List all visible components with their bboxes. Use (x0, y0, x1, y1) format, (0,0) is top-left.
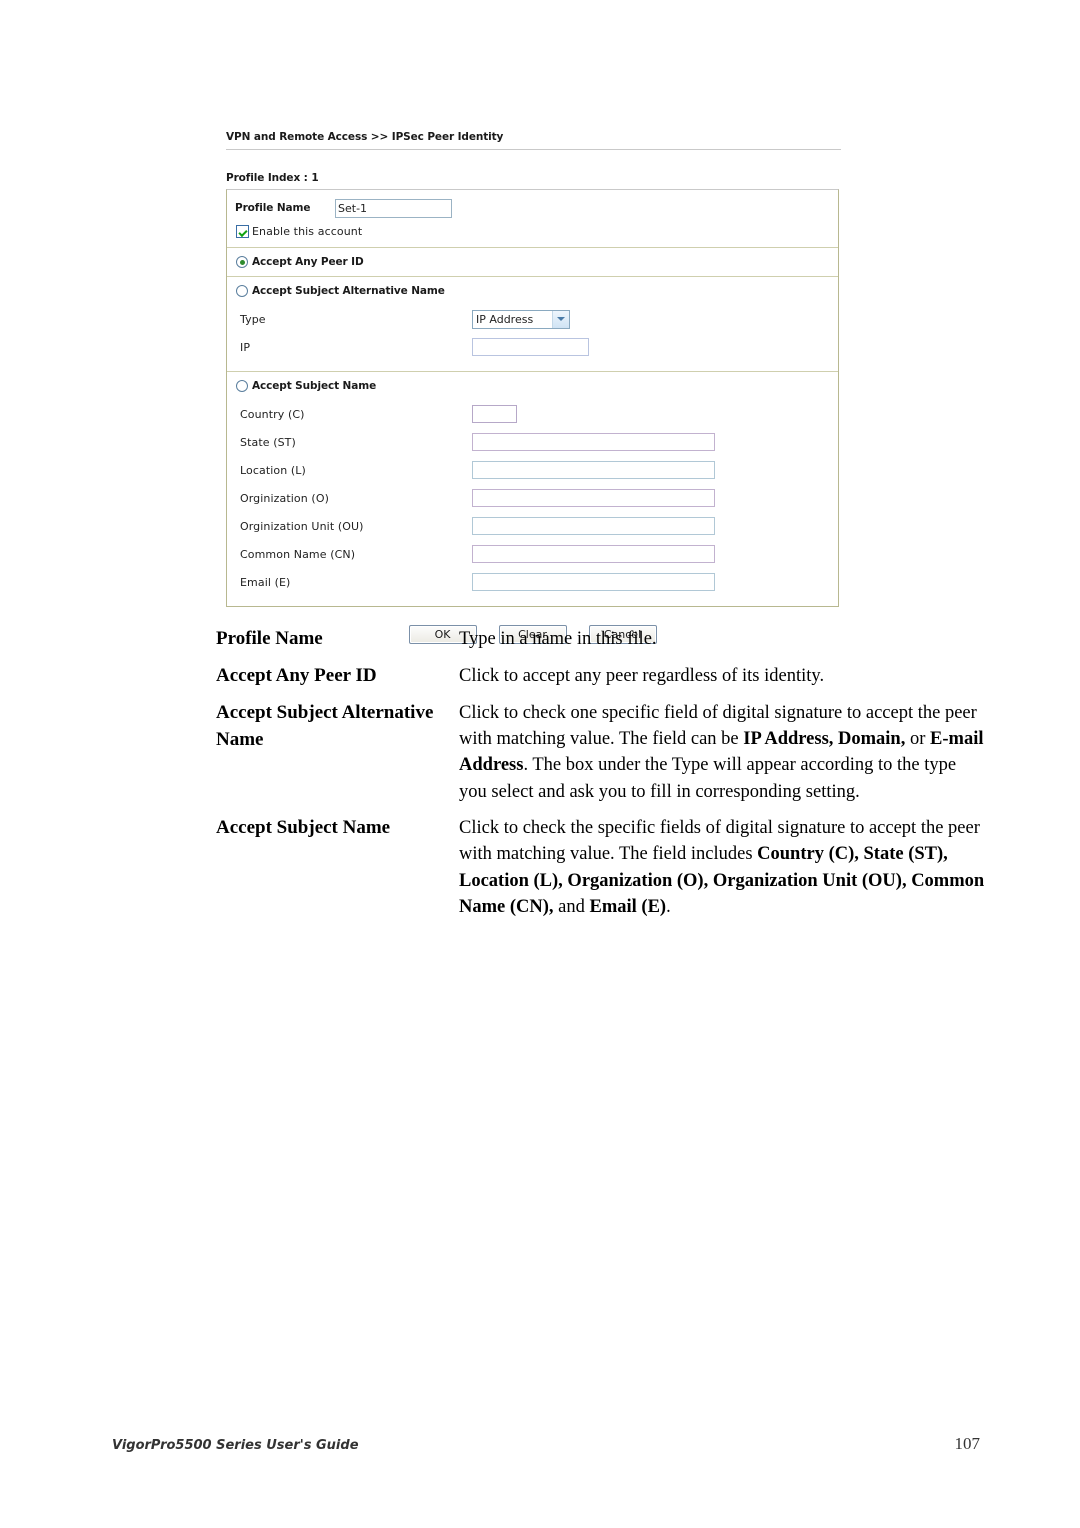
page-footer: VigorPro5500 Series User's Guide 107 (112, 1434, 980, 1454)
organization-label: Orginization (O) (240, 491, 329, 505)
state-label: State (ST) (240, 435, 296, 449)
type-label: Type (240, 312, 266, 326)
explanation-term: Accept Subject Alternative Name (216, 701, 434, 750)
chevron-down-icon[interactable] (552, 310, 569, 328)
enable-account-label: Enable this account (252, 225, 363, 238)
type-select-value: IP Address (476, 312, 534, 326)
accept-subject-name-row[interactable]: Accept Subject Name (227, 372, 838, 400)
explanation-description: Type in a name in this file. (459, 629, 657, 649)
accept-subject-alt-name-radio[interactable] (236, 285, 248, 297)
accept-subject-name-radio[interactable] (236, 380, 248, 392)
state-field-row: State (ST) (227, 428, 838, 456)
ip-field-row: IP (227, 333, 838, 361)
accept-any-peer-id-label: Accept Any Peer ID (252, 256, 364, 268)
common-name-label: Common Name (CN) (240, 547, 356, 561)
country-field-row: Country (C) (227, 400, 838, 428)
accept-any-peer-id-row[interactable]: Accept Any Peer ID (227, 248, 838, 276)
accept-subject-name-label: Accept Subject Name (252, 380, 377, 392)
accept-any-peer-id-section: Accept Any Peer ID (227, 248, 838, 276)
explanation-term: Profile Name (216, 628, 323, 649)
explanation-row: Profile Name Type in a name in this file… (216, 626, 986, 653)
explanation-row: Accept Subject Alternative Name Click to… (216, 700, 986, 805)
email-input[interactable] (472, 573, 715, 591)
common-name-field-row: Common Name (CN) (227, 540, 838, 568)
breadcrumb: VPN and Remote Access >> IPSec Peer Iden… (226, 131, 504, 143)
explanation-row: Accept Any Peer ID Click to accept any p… (216, 663, 986, 690)
enable-account-row[interactable]: Enable this account (227, 220, 838, 247)
accept-subject-alt-name-label: Accept Subject Alternative Name (252, 285, 445, 297)
country-label: Country (C) (240, 407, 305, 421)
accept-subject-alt-name-section: Accept Subject Alternative Name Type IP … (227, 277, 838, 371)
explanation-table: Profile Name Type in a name in this file… (216, 626, 986, 930)
explanation-term: Accept Any Peer ID (216, 664, 377, 686)
location-input[interactable] (472, 461, 715, 479)
accept-subject-alt-name-row[interactable]: Accept Subject Alternative Name (227, 277, 838, 305)
organization-field-row: Orginization (O) (227, 484, 838, 512)
organization-unit-field-row: Orginization Unit (OU) (227, 512, 838, 540)
explanation-row: Accept Subject Name Click to check the s… (216, 815, 986, 920)
email-label: Email (E) (240, 575, 291, 589)
location-field-row: Location (L) (227, 456, 838, 484)
accept-subject-name-section: Accept Subject Name Country (C) State (S… (227, 372, 838, 606)
profile-index-label: Profile Index : 1 (226, 172, 319, 184)
country-input[interactable] (472, 405, 517, 423)
location-label: Location (L) (240, 463, 306, 477)
explanation-description: Click to check the specific fields of di… (459, 818, 985, 917)
organization-unit-label: Orginization Unit (OU) (240, 519, 364, 533)
profile-name-row: Profile Name (227, 190, 838, 220)
explanation-description: Click to check one specific field of dig… (459, 702, 984, 802)
footer-guide-title: VigorPro5500 Series User's Guide (112, 1438, 359, 1453)
organization-unit-input[interactable] (472, 517, 715, 535)
explanation-term: Accept Subject Name (216, 817, 391, 838)
common-name-input[interactable] (472, 545, 715, 563)
peer-identity-panel: Profile Name Enable this account Accept … (226, 189, 839, 607)
profile-name-input[interactable] (335, 198, 452, 218)
profile-section: Profile Name Enable this account (227, 190, 838, 247)
profile-name-label: Profile Name (235, 202, 311, 214)
organization-input[interactable] (472, 489, 715, 507)
type-select[interactable]: IP Address (472, 309, 570, 329)
breadcrumb-divider (226, 149, 841, 150)
type-field-row: Type IP Address (227, 305, 838, 333)
page-number: 107 (954, 1434, 981, 1453)
explanation-description: Click to accept any peer regardless of i… (459, 665, 825, 686)
enable-account-checkbox[interactable] (236, 225, 249, 238)
email-field-row: Email (E) (227, 568, 838, 596)
ip-label: IP (240, 340, 251, 354)
state-input[interactable] (472, 433, 715, 451)
ip-input[interactable] (472, 338, 589, 356)
accept-any-peer-id-radio[interactable] (236, 256, 248, 268)
router-ui-screenshot: VPN and Remote Access >> IPSec Peer Iden… (226, 131, 841, 644)
